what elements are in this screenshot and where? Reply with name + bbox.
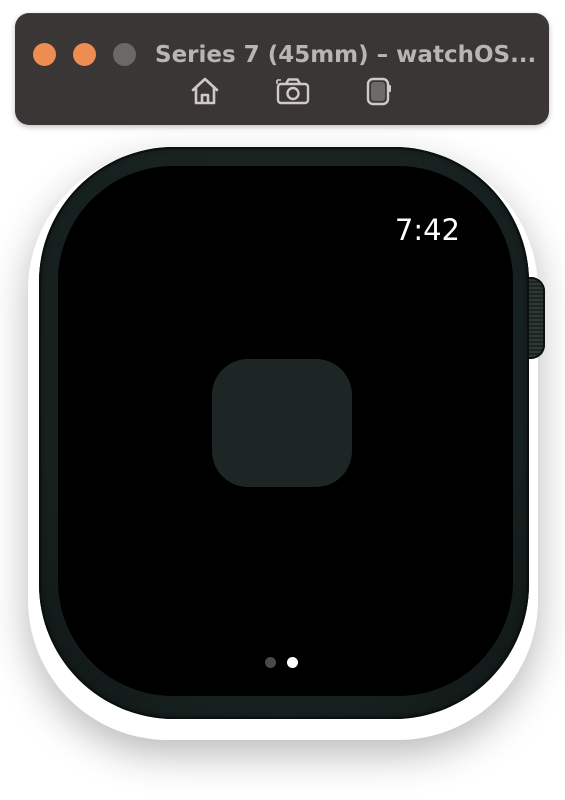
rotate-device-icon	[366, 77, 391, 106]
window-title: Series 7 (45mm) – watchOS...	[155, 42, 537, 68]
home-button[interactable]	[187, 75, 223, 107]
page-indicator	[264, 656, 304, 670]
page-dot-2-active[interactable]	[287, 657, 298, 668]
minimize-window-button[interactable]	[73, 43, 96, 66]
home-icon	[191, 77, 219, 105]
simulator-titlebar: Series 7 (45mm) – watchOS...	[15, 13, 549, 125]
camera-icon	[276, 78, 310, 105]
zoom-window-button[interactable]	[113, 43, 136, 66]
screenshot-button[interactable]	[275, 75, 311, 107]
simulator-stage: Series 7 (45mm) – watchOS... 7:42	[0, 0, 565, 800]
status-time: 7:42	[394, 213, 460, 247]
app-placeholder-tile[interactable]	[212, 359, 352, 487]
close-window-button[interactable]	[33, 43, 56, 66]
page-dot-1[interactable]	[265, 657, 276, 668]
rotate-device-button[interactable]	[359, 75, 395, 107]
